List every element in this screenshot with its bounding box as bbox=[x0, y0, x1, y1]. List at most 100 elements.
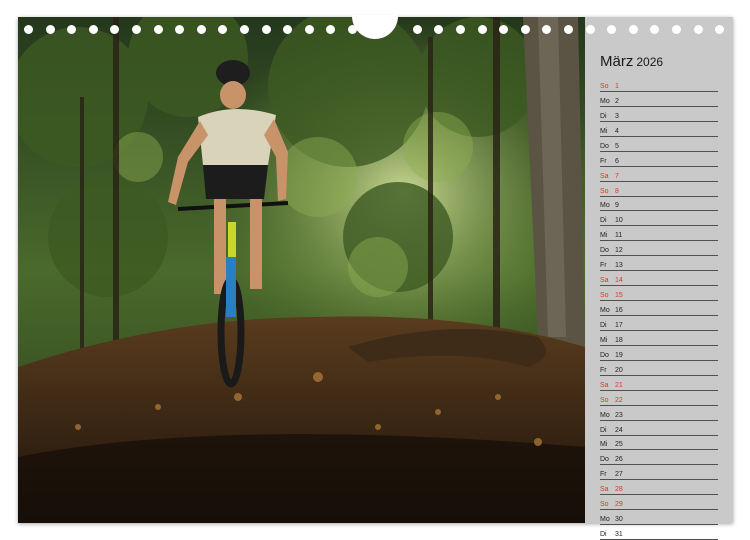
binding-hole bbox=[521, 25, 530, 34]
day-row: Sa 7 bbox=[600, 167, 718, 182]
day-number: 19 bbox=[615, 351, 623, 359]
day-number: 12 bbox=[615, 247, 623, 255]
day-number: 18 bbox=[615, 336, 623, 344]
day-row: Fr 6 bbox=[600, 152, 718, 167]
weekday-label: Sa bbox=[600, 172, 609, 180]
day-number: 11 bbox=[615, 232, 623, 240]
day-row: Fr 20 bbox=[600, 361, 718, 376]
day-row: Sa 28 bbox=[600, 480, 718, 496]
day-row: Do 12 bbox=[600, 241, 718, 257]
day-row: Mo 9 bbox=[600, 197, 718, 212]
day-number: 25 bbox=[615, 441, 623, 449]
weekday-label: Mo bbox=[600, 97, 610, 105]
weekday-label: Di bbox=[600, 426, 607, 434]
weekday-label: Di bbox=[600, 217, 607, 225]
day-row: Do 19 bbox=[600, 346, 718, 361]
weekday-label: Di bbox=[600, 321, 607, 329]
day-number: 26 bbox=[615, 456, 623, 464]
weekday-label: Sa bbox=[600, 381, 609, 389]
day-number: 3 bbox=[615, 112, 619, 120]
day-number: 2 bbox=[615, 97, 619, 105]
day-row: Mi 18 bbox=[600, 331, 718, 346]
binding-hole bbox=[607, 25, 616, 34]
binding-hole bbox=[542, 25, 551, 34]
weekday-label: Sa bbox=[600, 486, 609, 494]
day-number: 5 bbox=[615, 142, 619, 150]
day-row: Mi 11 bbox=[600, 226, 718, 242]
day-row: Mo 16 bbox=[600, 301, 718, 316]
calendar-page: März 2026 So 1 Mo 2 Di 3 Mi 4 Do 5 Fr 6 Sa 7 So 8 Mo 9 Di 10… bbox=[18, 15, 733, 540]
day-row: Di 24 bbox=[600, 421, 718, 436]
binding-hole bbox=[564, 25, 573, 34]
weekday-label: Mi bbox=[600, 441, 608, 449]
weekday-label: Mi bbox=[600, 127, 608, 135]
binding-hole bbox=[110, 25, 119, 34]
weekday-label: Do bbox=[600, 142, 609, 150]
binding-hole bbox=[132, 25, 141, 34]
month-heading: März 2026 bbox=[600, 53, 663, 70]
day-number: 20 bbox=[615, 366, 623, 374]
binding-hole bbox=[240, 25, 249, 34]
day-number: 21 bbox=[615, 381, 623, 389]
weekday-label: So bbox=[600, 396, 609, 404]
weekday-label: Di bbox=[600, 531, 607, 539]
day-number: 14 bbox=[615, 277, 623, 285]
day-number: 22 bbox=[615, 396, 623, 404]
day-row: So 22 bbox=[600, 391, 718, 406]
day-row: Di 31 bbox=[600, 525, 718, 540]
weekday-label: So bbox=[600, 187, 609, 195]
binding-hole bbox=[629, 25, 638, 34]
binding-hole bbox=[89, 25, 98, 34]
weekday-label: Do bbox=[600, 456, 609, 464]
day-row: Sa 14 bbox=[600, 271, 718, 287]
binding-hole bbox=[24, 25, 33, 34]
weekday-label: Fr bbox=[600, 157, 607, 165]
day-number: 7 bbox=[615, 172, 619, 180]
day-number: 30 bbox=[615, 516, 623, 524]
day-row: Fr 13 bbox=[600, 256, 718, 272]
day-number: 6 bbox=[615, 157, 619, 165]
day-row: Di 10 bbox=[600, 211, 718, 227]
month-name: März bbox=[600, 53, 634, 70]
day-row: Sa 21 bbox=[600, 376, 718, 391]
day-number: 23 bbox=[615, 411, 623, 419]
mountain-biker-photo bbox=[18, 17, 585, 523]
weekday-label: Di bbox=[600, 112, 607, 120]
binding-hole bbox=[650, 25, 659, 34]
weekday-label: Fr bbox=[600, 262, 607, 270]
weekday-label: Mo bbox=[600, 411, 610, 419]
day-number: 9 bbox=[615, 202, 619, 210]
weekday-label: Do bbox=[600, 351, 609, 359]
day-list: So 1 Mo 2 Di 3 Mi 4 Do 5 Fr 6 Sa 7 So 8 Mo 9 Di 10 Mi 11 Do 12 F… bbox=[600, 77, 718, 540]
day-row: So 15 bbox=[600, 286, 718, 302]
day-row: Mo 2 bbox=[600, 92, 718, 107]
binding-hole bbox=[326, 25, 335, 34]
day-number: 24 bbox=[615, 426, 623, 434]
day-row: Do 5 bbox=[600, 137, 718, 152]
day-row: Do 26 bbox=[600, 450, 718, 466]
binding-hole bbox=[456, 25, 465, 34]
weekday-label: Sa bbox=[600, 277, 609, 285]
day-row: So 8 bbox=[600, 182, 718, 197]
weekday-label: Fr bbox=[600, 366, 607, 374]
day-row: Mi 25 bbox=[600, 436, 718, 451]
day-row: Di 17 bbox=[600, 316, 718, 331]
day-number: 13 bbox=[615, 262, 623, 270]
binding-hole bbox=[586, 25, 595, 34]
binding-hole bbox=[67, 25, 76, 34]
day-number: 1 bbox=[615, 82, 619, 90]
day-row: Di 3 bbox=[600, 107, 718, 122]
weekday-label: Mo bbox=[600, 516, 610, 524]
day-number: 15 bbox=[615, 292, 623, 300]
weekday-label: Fr bbox=[600, 471, 607, 479]
weekday-label: Mi bbox=[600, 232, 608, 240]
day-row: Mo 30 bbox=[600, 510, 718, 526]
weekday-label: So bbox=[600, 501, 609, 509]
binding-hole bbox=[499, 25, 508, 34]
binding-hole bbox=[305, 25, 314, 34]
binding-hole bbox=[434, 25, 443, 34]
binding-hole bbox=[413, 25, 422, 34]
weekday-label: Mi bbox=[600, 336, 608, 344]
weekday-label: Mo bbox=[600, 202, 610, 210]
day-number: 28 bbox=[615, 486, 623, 494]
